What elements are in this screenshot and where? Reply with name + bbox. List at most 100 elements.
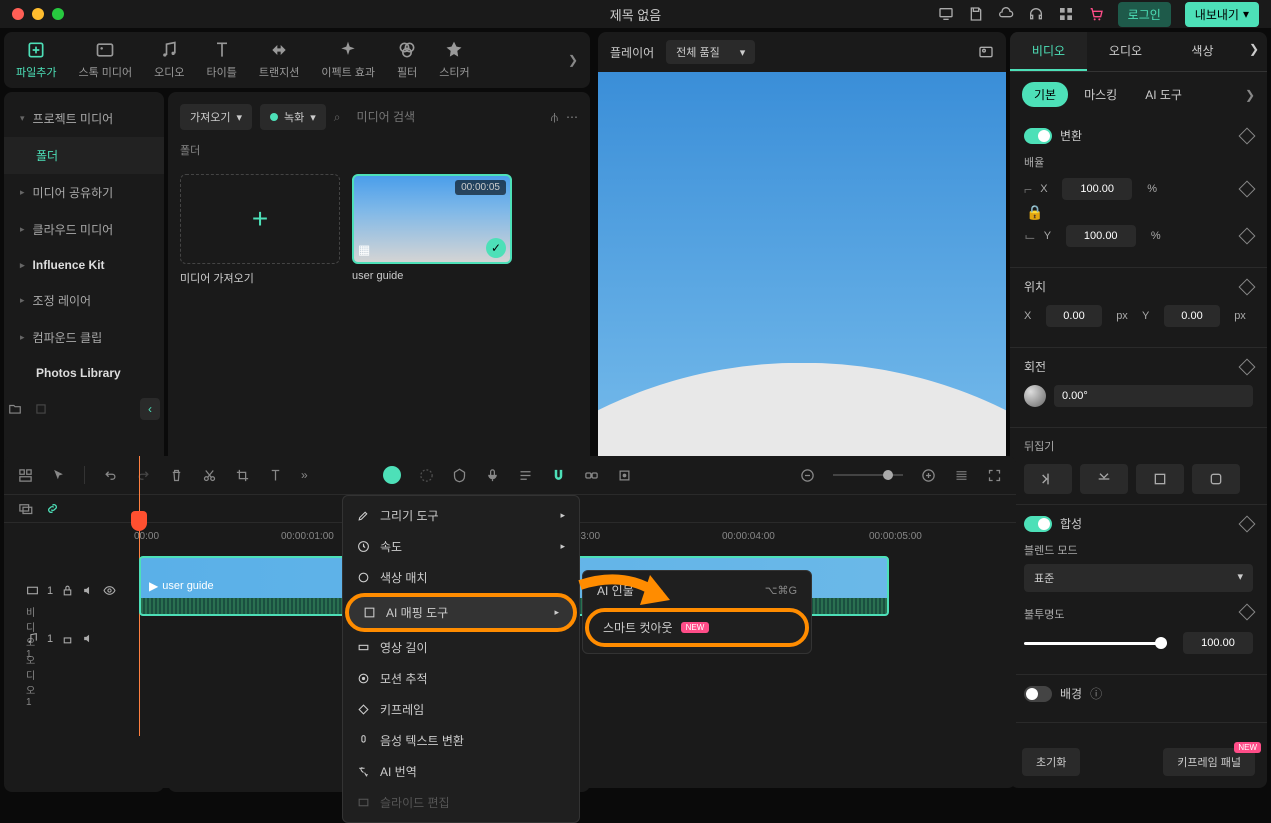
transform-toggle[interactable]: [1024, 128, 1052, 144]
rotation-dial[interactable]: [1024, 385, 1046, 407]
ctx-ai-mapping[interactable]: AI 매핑 도구▸: [345, 593, 577, 632]
link-clips-icon[interactable]: [584, 468, 599, 483]
list-icon[interactable]: [518, 468, 533, 483]
keyframe-icon[interactable]: [1239, 127, 1256, 144]
tab-stock-media[interactable]: 스톡 미디어: [78, 40, 132, 80]
sidebar-photos-library[interactable]: Photos Library: [4, 356, 164, 390]
keyframe-icon[interactable]: [1239, 181, 1256, 198]
flip-horizontal[interactable]: [1024, 464, 1072, 494]
cut-icon[interactable]: [202, 468, 217, 483]
sidebar-influence-kit[interactable]: ▸Influence Kit: [4, 248, 164, 282]
visibility-icon[interactable]: [103, 584, 116, 597]
background-toggle[interactable]: [1024, 686, 1052, 702]
keyframe-icon[interactable]: [1239, 278, 1256, 295]
media-clip-item[interactable]: 00:00:05 ▦ ✓ user guide: [352, 174, 512, 286]
props-tab-color[interactable]: 색상: [1164, 32, 1241, 71]
filter-icon[interactable]: ⫛: [551, 110, 558, 125]
speed-icon[interactable]: [419, 468, 434, 483]
ctx-speed[interactable]: 속도▸: [343, 531, 579, 562]
marker-add-icon[interactable]: [617, 468, 632, 483]
monitor-icon[interactable]: [938, 6, 954, 22]
chevron-right-icon[interactable]: ❯: [1245, 88, 1255, 102]
tab-sticker[interactable]: 스티커: [439, 40, 469, 80]
tab-audio[interactable]: 오디오: [154, 40, 184, 80]
tab-effects[interactable]: 이펙트 효과: [321, 40, 375, 80]
magnet-icon[interactable]: [551, 468, 566, 483]
keyframe-panel-button[interactable]: 키프레임 패널 NEW: [1163, 748, 1255, 776]
more-tools[interactable]: »: [301, 468, 308, 482]
cursor-icon[interactable]: [51, 468, 66, 483]
zoom-out-icon[interactable]: [800, 468, 815, 483]
lock-icon[interactable]: [61, 632, 74, 645]
keyframe-icon[interactable]: [1239, 515, 1256, 532]
ctx-motion-track[interactable]: 모션 추적: [343, 663, 579, 694]
props-tab-more[interactable]: ❯: [1241, 32, 1267, 71]
keyframe-icon[interactable]: [1239, 604, 1256, 621]
video-track-header[interactable]: 1: [26, 584, 116, 597]
props-tab-audio[interactable]: 오디오: [1087, 32, 1164, 71]
tab-add-file[interactable]: 파일추가: [16, 40, 56, 80]
minimize-window[interactable]: [32, 8, 44, 20]
sidebar-compound-clip[interactable]: ▸컴파운드 클립: [4, 319, 164, 356]
snapshot-icon[interactable]: [978, 44, 994, 60]
ctx-voice-to-text[interactable]: 음성 텍스트 변환: [343, 725, 579, 756]
link-icon[interactable]: 🔒: [1026, 204, 1043, 220]
maximize-window[interactable]: [52, 8, 64, 20]
login-button[interactable]: 로그인: [1118, 2, 1171, 27]
sidebar-cloud-media[interactable]: ▸클라우드 미디어: [4, 211, 164, 248]
save-icon[interactable]: [968, 6, 984, 22]
tab-transition[interactable]: 트랜지션: [259, 40, 299, 80]
subtab-basic[interactable]: 기본: [1022, 82, 1068, 107]
keyframe-icon[interactable]: [1239, 228, 1256, 245]
ctx-color-match[interactable]: 색상 매치: [343, 562, 579, 593]
cloud-icon[interactable]: [998, 6, 1014, 22]
blend-mode-select[interactable]: 표준▾: [1024, 564, 1253, 592]
track-height-icon[interactable]: [954, 468, 969, 483]
export-button[interactable]: 내보내기 ▾: [1185, 2, 1259, 27]
mute-icon[interactable]: [82, 632, 95, 645]
record-dropdown[interactable]: 녹화 ▾: [260, 104, 326, 130]
new-bin-icon[interactable]: [34, 402, 48, 416]
pos-x-input[interactable]: [1046, 305, 1102, 327]
undo-icon[interactable]: [103, 468, 118, 483]
quality-dropdown[interactable]: 전체 품질▾: [666, 40, 755, 64]
flip-reset-2[interactable]: [1192, 464, 1240, 494]
composite-toggle[interactable]: [1024, 516, 1052, 532]
headset-icon[interactable]: [1028, 6, 1044, 22]
sidebar-adjust-layer[interactable]: ▸조정 레이어: [4, 282, 164, 319]
zoom-slider[interactable]: [833, 474, 903, 476]
timeline-link-icon[interactable]: [45, 501, 60, 516]
subtab-ai-tools[interactable]: AI 도구: [1133, 82, 1194, 107]
ai-icon[interactable]: [383, 466, 401, 484]
import-media-item[interactable]: + 미디어 가져오기: [180, 174, 340, 286]
tab-title[interactable]: 타이틀: [207, 40, 237, 80]
scale-y-input[interactable]: [1066, 225, 1136, 247]
mute-icon[interactable]: [82, 584, 95, 597]
cart-icon[interactable]: [1088, 6, 1104, 22]
audio-track-header[interactable]: 1: [26, 632, 95, 645]
tab-filter[interactable]: 필터: [397, 40, 417, 80]
sidebar-project-media[interactable]: ▾프로젝트 미디어: [4, 100, 164, 137]
zoom-in-icon[interactable]: [921, 468, 936, 483]
keyframe-icon[interactable]: [1239, 358, 1256, 375]
opacity-input[interactable]: [1183, 632, 1253, 654]
text-icon[interactable]: [268, 468, 283, 483]
info-icon[interactable]: ⓘ: [1090, 685, 1102, 702]
pos-y-input[interactable]: [1164, 305, 1220, 327]
props-tab-video[interactable]: 비디오: [1010, 32, 1087, 71]
media-search-input[interactable]: [349, 106, 543, 128]
marker-icon[interactable]: [452, 468, 467, 483]
fit-icon[interactable]: [987, 468, 1002, 483]
timeline-overlay-icon[interactable]: [18, 501, 33, 516]
sidebar-share-media[interactable]: ▸미디어 공유하기: [4, 174, 164, 211]
ctx-ai-translate[interactable]: AI 번역: [343, 756, 579, 787]
new-folder-icon[interactable]: [8, 402, 22, 416]
layout-icon[interactable]: [18, 468, 33, 483]
reset-button[interactable]: 초기화: [1022, 748, 1080, 776]
ctx-video-length[interactable]: 영상 길이: [343, 632, 579, 663]
mic-icon[interactable]: [485, 468, 500, 483]
rotation-input[interactable]: [1054, 385, 1253, 407]
import-dropdown[interactable]: 가져오기 ▾: [180, 104, 252, 130]
ctx-keyframe[interactable]: 키프레임: [343, 694, 579, 725]
scale-x-input[interactable]: [1062, 178, 1132, 200]
